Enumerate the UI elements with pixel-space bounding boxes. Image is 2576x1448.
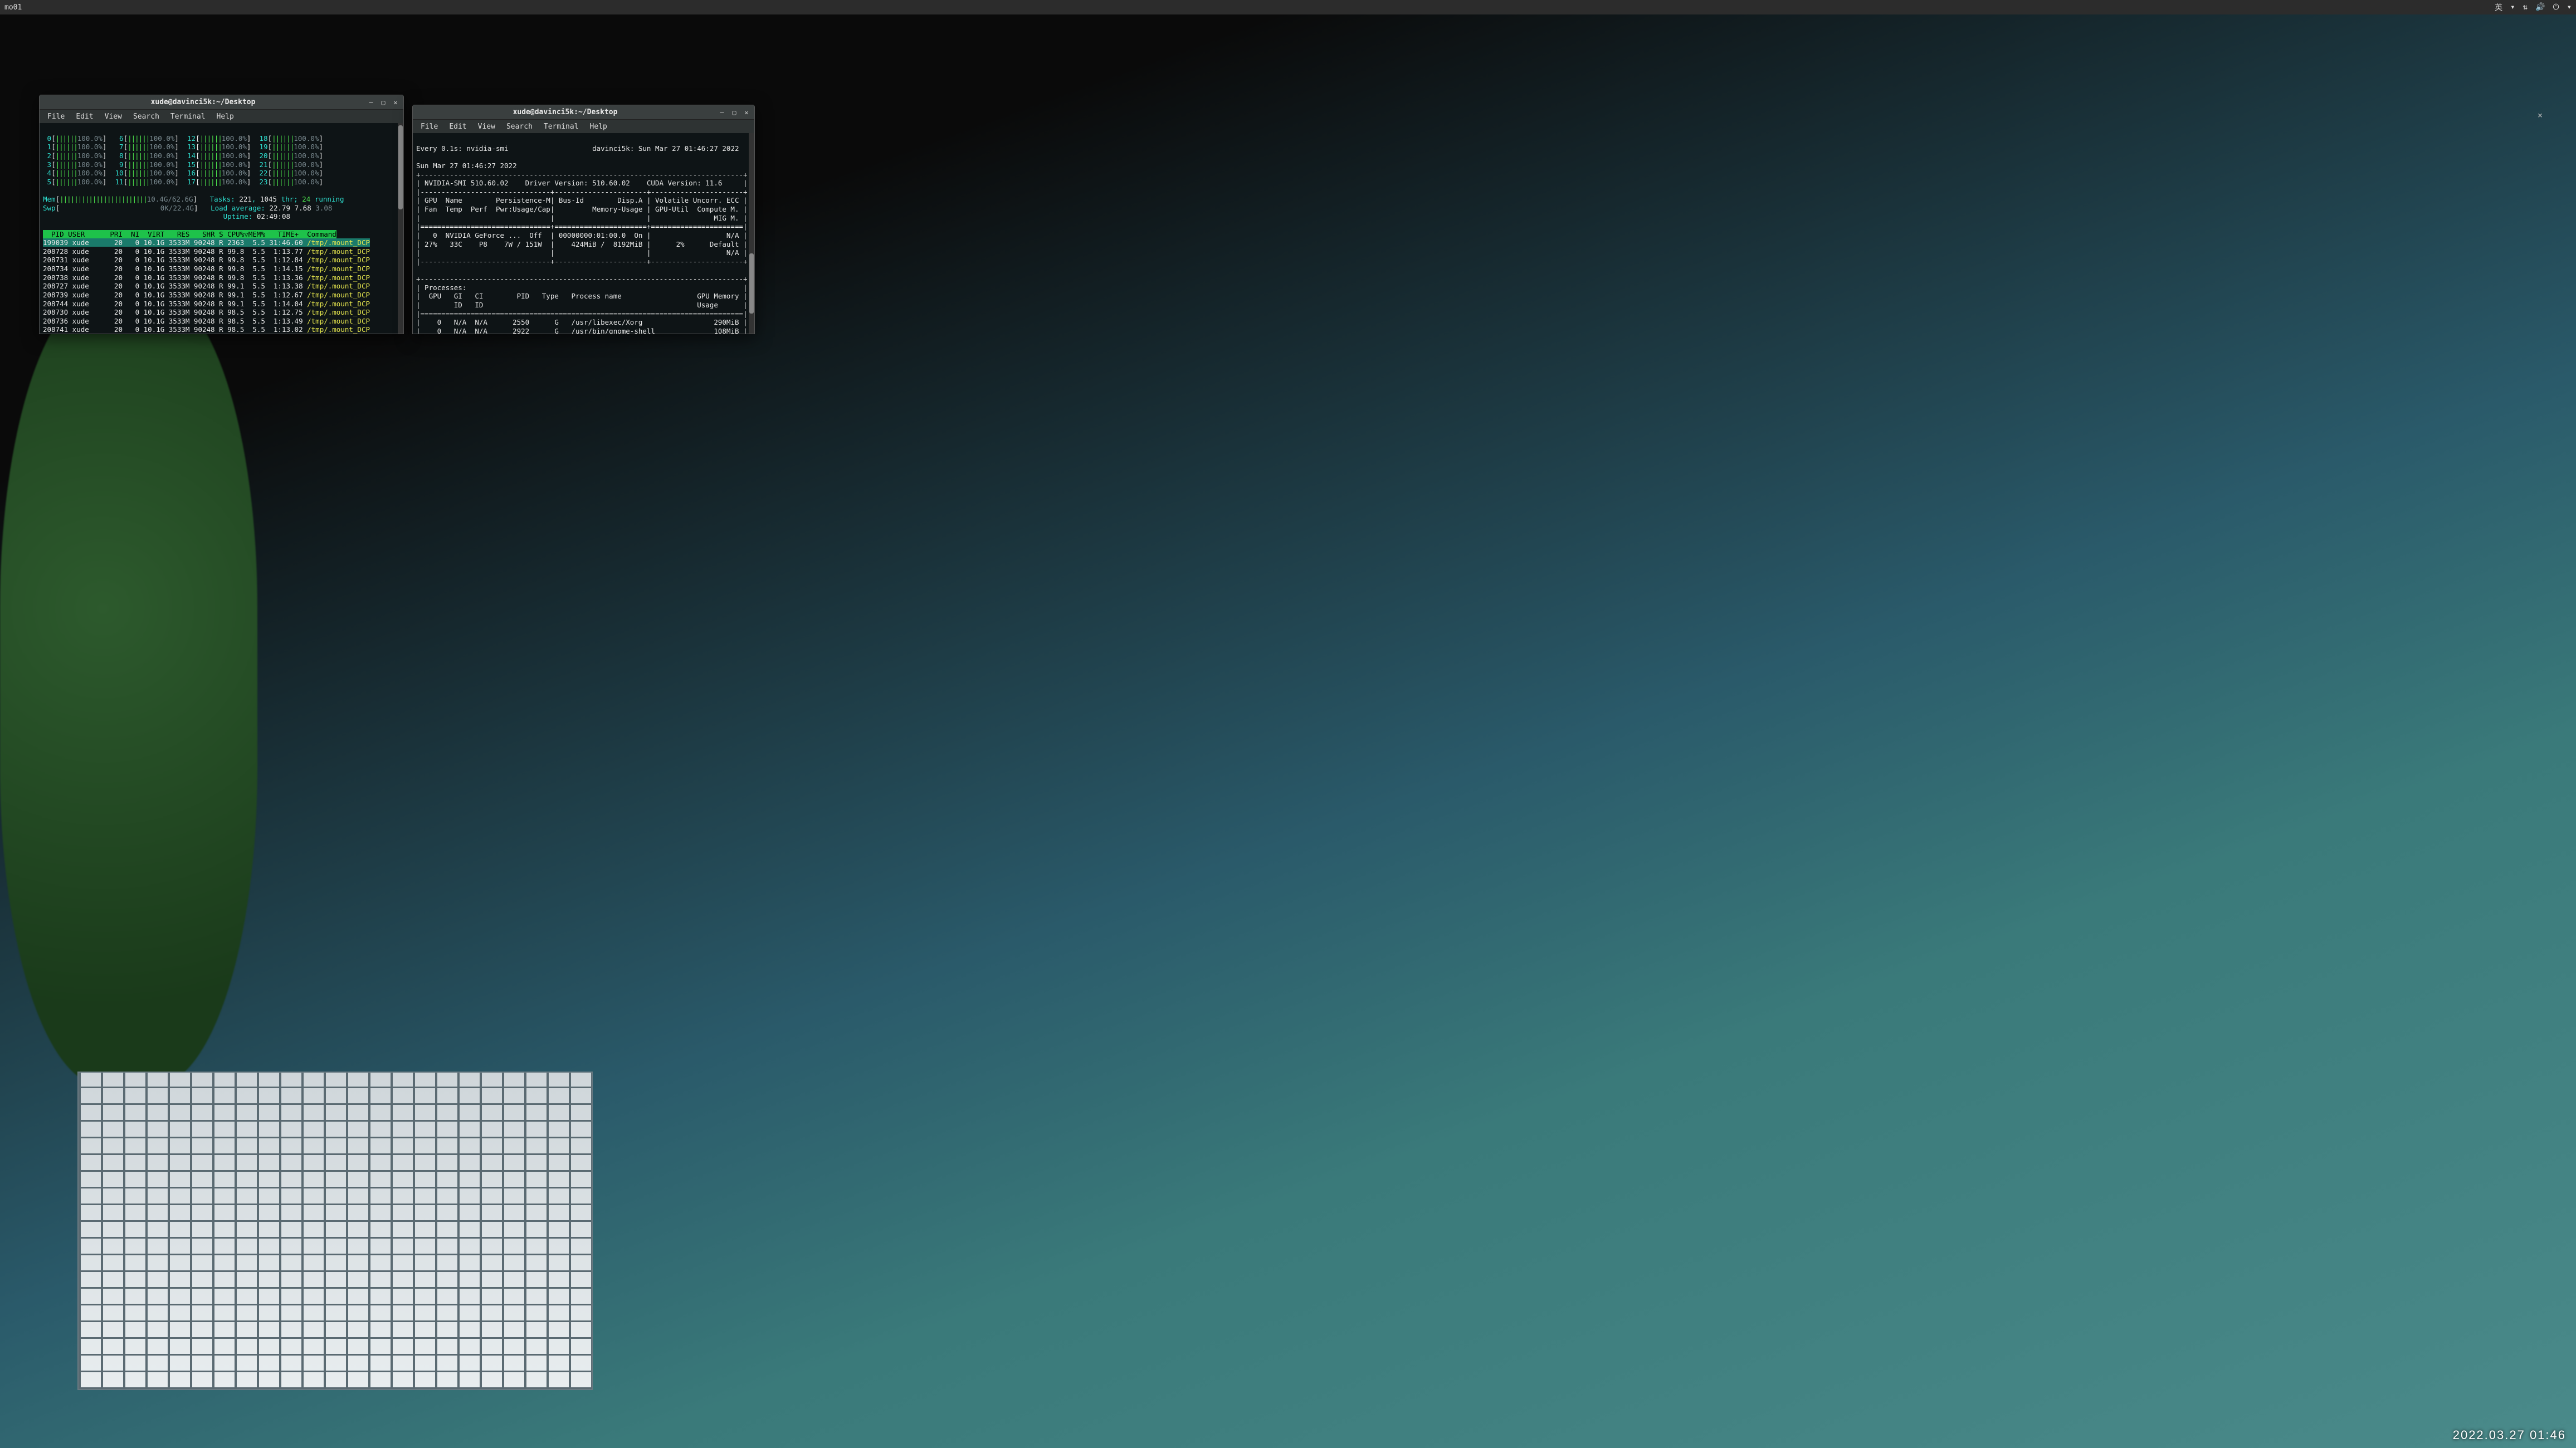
menu-terminal[interactable]: Terminal xyxy=(539,121,583,132)
maximize-button[interactable]: ▢ xyxy=(379,98,388,107)
camera-timestamp: 2022.03.27 01:46 xyxy=(2453,1428,2566,1442)
smi-gpu-row: | | | N/A | xyxy=(416,248,748,257)
menu-bar[interactable]: FileEditViewSearchTerminalHelp xyxy=(40,110,403,123)
wallpaper-building xyxy=(77,1072,593,1390)
process-row[interactable]: 208738 xude 20 0 10.1G 3533M 90248 R 99.… xyxy=(43,273,370,282)
smi-gpu-row: | 27% 33C P8 7W / 151W | 424MiB / 8192Mi… xyxy=(416,240,748,248)
scrollbar-thumb[interactable] xyxy=(398,125,403,209)
maximize-button[interactable]: ▢ xyxy=(730,108,739,117)
smi-proc-row: | 0 N/A N/A 2922 G /usr/bin/gnome-shell … xyxy=(416,327,748,334)
menu-search[interactable]: Search xyxy=(129,111,164,122)
process-row[interactable]: 208728 xude 20 0 10.1G 3533M 90248 R 99.… xyxy=(43,247,370,256)
smi-rule: |-------------------------------+-------… xyxy=(416,257,748,266)
process-row[interactable]: 208730 xude 20 0 10.1G 3533M 90248 R 98.… xyxy=(43,308,370,316)
menu-help[interactable]: Help xyxy=(586,121,612,132)
smi-rule: |===============================+=======… xyxy=(416,222,748,231)
title-bar[interactable]: xude@davinci5k:~/Desktop — ▢ ✕ xyxy=(40,95,403,110)
load-5: 7.68 xyxy=(295,204,311,212)
smi-proc-cols: | GPU GI CI PID Type Process name GPU Me… xyxy=(416,292,748,300)
tasks-procs: 221 xyxy=(239,195,252,203)
process-row[interactable]: 208744 xude 20 0 10.1G 3533M 90248 R 99.… xyxy=(43,300,370,308)
terminal-output[interactable]: Every 0.1s: nvidia-smi davinci5k: Sun Ma… xyxy=(413,133,754,334)
smi-col-header: | GPU Name Persistence-M| Bus-Id Disp.A … xyxy=(416,196,748,204)
smi-rule: +---------------------------------------… xyxy=(416,170,748,179)
uptime-value: 02:49:08 xyxy=(257,212,290,221)
network-icon[interactable]: ⇅ xyxy=(2523,3,2528,12)
smi-col-header: | Fan Temp Perf Pwr:Usage/Cap| Memory-Us… xyxy=(416,205,748,213)
menu-search[interactable]: Search xyxy=(502,121,537,132)
watch-header-right: davinci5k: Sun Mar 27 01:46:27 2022 xyxy=(592,144,739,153)
mem-label: Mem xyxy=(43,195,56,203)
smi-proc-cols: | ID ID Usage | xyxy=(416,301,748,309)
smi-gpu-row: | 0 NVIDIA GeForce ... Off | 00000000:01… xyxy=(416,231,748,239)
menu-edit[interactable]: Edit xyxy=(71,111,97,122)
menu-file[interactable]: File xyxy=(416,121,442,132)
tasks-running: 24 xyxy=(302,195,310,203)
scrollbar-thumb[interactable] xyxy=(749,253,754,314)
menu-bar[interactable]: FileEditViewSearchTerminalHelp xyxy=(413,120,754,133)
gnome-top-bar[interactable]: mo01 英 ▾ ⇅ 🔊 ⏻ ▾ xyxy=(0,0,2576,14)
smi-date: Sun Mar 27 01:46:27 2022 xyxy=(416,162,517,170)
process-row[interactable]: 199039 xude 20 0 10.1G 3533M 90248 R 236… xyxy=(43,238,370,247)
tab-close-icon[interactable]: × xyxy=(2538,110,2543,120)
load-label: Load average: xyxy=(211,204,265,212)
smi-proc-row: | 0 N/A N/A 2550 G /usr/libexec/Xorg 290… xyxy=(416,318,748,326)
process-header[interactable]: PID USER PRI NI VIRT RES SHR S CPU%▽MEM%… xyxy=(43,230,336,238)
process-row[interactable]: 208734 xude 20 0 10.1G 3533M 90248 R 99.… xyxy=(43,265,370,273)
close-button[interactable]: ✕ xyxy=(391,98,400,107)
uptime-label: Uptime: xyxy=(223,212,253,221)
swap-label: Swp xyxy=(43,204,56,212)
swap-used: 0K/22.4G xyxy=(160,204,194,212)
load-15: 3.08 xyxy=(315,204,332,212)
minimize-button[interactable]: — xyxy=(718,108,726,117)
scrollbar[interactable] xyxy=(749,133,754,334)
mem-used: 10.4G/62.6G xyxy=(147,195,193,203)
smi-proc-header: | Processes: | xyxy=(416,283,748,292)
tasks-threads: 1045 xyxy=(260,195,277,203)
watch-header-left: Every 0.1s: nvidia-smi xyxy=(416,144,509,153)
menu-file[interactable]: File xyxy=(43,111,69,122)
window-title: xude@davinci5k:~/Desktop xyxy=(43,98,363,106)
wallpaper-foliage xyxy=(0,290,257,1086)
close-button[interactable]: ✕ xyxy=(742,108,751,117)
caret-down-icon[interactable]: ▾ xyxy=(2510,3,2515,12)
tasks-label: Tasks: xyxy=(210,195,235,203)
menu-view[interactable]: View xyxy=(474,121,500,132)
terminal-output[interactable]: 0[||||||100.0%] 6[||||||100.0%] 12[|||||… xyxy=(40,123,403,334)
process-row[interactable]: 208741 xude 20 0 10.1G 3533M 90248 R 98.… xyxy=(43,325,370,334)
process-row[interactable]: 208739 xude 20 0 10.1G 3533M 90248 R 99.… xyxy=(43,291,370,299)
process-row[interactable]: 208727 xude 20 0 10.1G 3533M 90248 R 99.… xyxy=(43,282,370,290)
power-icon[interactable]: ⏻ xyxy=(2553,3,2559,12)
smi-rule: |-------------------------------+-------… xyxy=(416,188,748,196)
volume-icon[interactable]: 🔊 xyxy=(2535,3,2545,12)
menu-terminal[interactable]: Terminal xyxy=(166,111,210,122)
minimize-button[interactable]: — xyxy=(367,98,375,107)
ime-indicator[interactable]: 英 xyxy=(2495,2,2502,13)
menu-edit[interactable]: Edit xyxy=(445,121,471,132)
scrollbar[interactable] xyxy=(398,123,403,334)
terminal-window-htop[interactable]: xude@davinci5k:~/Desktop — ▢ ✕ FileEditV… xyxy=(39,95,404,334)
terminal-window-nvidiasmi[interactable]: xude@davinci5k:~/Desktop — ▢ ✕ FileEditV… xyxy=(412,105,755,334)
window-title: xude@davinci5k:~/Desktop xyxy=(416,108,714,116)
smi-col-header: | | | MIG M. | xyxy=(416,214,748,222)
menu-help[interactable]: Help xyxy=(212,111,238,122)
caret-down-icon[interactable]: ▾ xyxy=(2567,3,2572,12)
smi-rule: +---------------------------------------… xyxy=(416,275,748,283)
title-bar[interactable]: xude@davinci5k:~/Desktop — ▢ ✕ xyxy=(413,105,754,120)
process-row[interactable]: 208736 xude 20 0 10.1G 3533M 90248 R 98.… xyxy=(43,317,370,325)
smi-rule: |=======================================… xyxy=(416,310,748,318)
activities-label[interactable]: mo01 xyxy=(4,3,22,12)
process-row[interactable]: 208731 xude 20 0 10.1G 3533M 90248 R 99.… xyxy=(43,256,370,264)
menu-view[interactable]: View xyxy=(100,111,126,122)
smi-versions: | NVIDIA-SMI 510.60.02 Driver Version: 5… xyxy=(416,179,748,187)
load-1: 22.79 xyxy=(269,204,290,212)
